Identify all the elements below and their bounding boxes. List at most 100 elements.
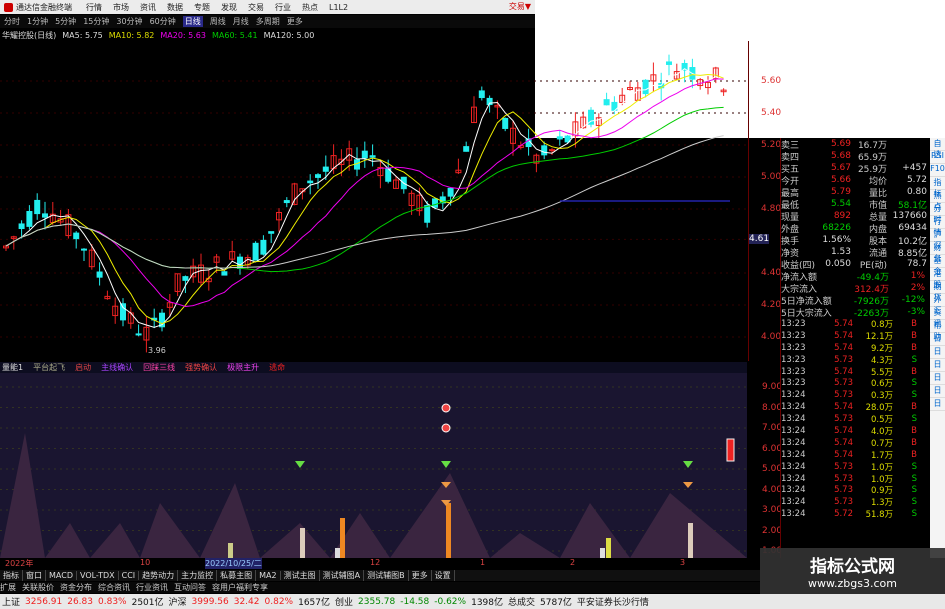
tick-volume: 1.0万 <box>870 462 893 473</box>
sidebar-button[interactable]: 期货 <box>930 281 945 302</box>
kline-chart[interactable]: 3.96 <box>0 41 747 361</box>
tick-row: 13:24 5.73 1.3万 S <box>781 496 930 508</box>
info-tab[interactable]: 综合资讯 <box>98 582 130 593</box>
indicator-tab[interactable]: 测试主图 <box>281 570 320 581</box>
sidebar-button[interactable]: RSI <box>930 151 945 164</box>
menu-item[interactable]: 热点 <box>302 2 318 13</box>
indicator-name[interactable]: 量能1 <box>2 362 23 373</box>
menu-item[interactable]: 行情 <box>86 2 102 13</box>
period-tab[interactable]: 更多 <box>287 16 303 27</box>
tick-row: 13:24 5.73 0.9万 S <box>781 484 930 496</box>
indicator-tab[interactable]: 主力监控 <box>178 570 218 581</box>
period-tab[interactable]: 1分钟 <box>27 16 48 27</box>
tick-volume: 1.7万 <box>870 450 893 461</box>
period-tab[interactable]: 分时 <box>4 16 20 27</box>
candle <box>73 232 80 240</box>
indicator-tab[interactable]: MA2 <box>256 571 281 580</box>
period-tab[interactable]: 30分钟 <box>116 16 142 27</box>
ma10-label: MA10: 5.82 <box>108 30 155 40</box>
menu-item[interactable]: L1L2 <box>329 3 348 12</box>
indicator-tab[interactable]: MACD <box>46 571 77 580</box>
indicator-tab[interactable]: VOL-TDX <box>77 571 119 580</box>
sidebar-button[interactable]: 沪深 <box>930 229 945 250</box>
info-tab[interactable]: 资金分布 <box>60 582 92 593</box>
app-window: { "titlebar": {"app": "通达信金融终端", "trade"… <box>0 0 945 609</box>
indicator-chart[interactable] <box>0 373 747 558</box>
tick-volume: 28.0万 <box>865 403 893 414</box>
cy-index: 2355.78 <box>358 596 396 607</box>
indicator-tab[interactable]: 指标 <box>0 570 23 581</box>
sidebar-button[interactable]: 日 <box>930 372 945 385</box>
indicator-tab[interactable]: 窗口 <box>23 570 46 581</box>
info-tab[interactable]: 行业资讯 <box>136 582 168 593</box>
signal-triangle <box>295 461 305 468</box>
price-tick: 4.20 <box>761 300 782 310</box>
indicator-tab[interactable]: 趋势动力 <box>139 570 179 581</box>
period-tab[interactable]: 15分钟 <box>83 16 109 27</box>
quote-value2: 58.1亿 <box>897 200 927 211</box>
indicator-tab[interactable]: 更多 <box>409 570 432 581</box>
tick-row: 13:24 5.73 0.3万 S <box>781 389 930 401</box>
sidebar-button[interactable]: 自选 <box>930 138 945 159</box>
menu-item[interactable]: 行业 <box>275 2 291 13</box>
period-tab[interactable]: 60分钟 <box>150 16 176 27</box>
quote-value2: 0.80 <box>906 187 927 197</box>
info-tab[interactable]: 关联股价 <box>22 582 54 593</box>
sidebar-button[interactable]: 日 <box>930 398 945 411</box>
tick-price: 5.72 <box>834 509 853 520</box>
menu-item[interactable]: 市场 <box>113 2 129 13</box>
menu-item[interactable]: 交易 <box>248 2 264 13</box>
menu-item[interactable]: 资讯 <box>140 2 156 13</box>
menu-item[interactable]: 发现 <box>221 2 237 13</box>
tick-time: 13:24 <box>781 437 806 448</box>
period-tab[interactable]: 5分钟 <box>55 16 76 27</box>
tick-volume: 1.3万 <box>870 498 893 509</box>
sidebar-button[interactable]: 日 <box>930 346 945 359</box>
indicator-tab[interactable]: 设置 <box>432 570 455 581</box>
tick-direction: B <box>911 449 917 460</box>
menu-item[interactable]: 数据 <box>167 2 183 13</box>
sidebar-button[interactable]: 日 <box>930 385 945 398</box>
trade-menu-button[interactable]: 交易▼ <box>509 1 531 12</box>
indicator-tab[interactable]: 测试辅图B <box>364 570 409 581</box>
signal-dot <box>441 403 451 413</box>
tick-time: 13:23 <box>781 354 806 365</box>
sidebar-button[interactable]: F10 <box>930 164 945 177</box>
quote-value: 892 <box>833 211 851 221</box>
sidebar-button[interactable]: 财务 <box>930 242 945 263</box>
tick-row: 13:23 5.74 9.2万 B <box>781 342 930 354</box>
candle <box>315 174 321 178</box>
cy-label: 创业 <box>335 598 354 608</box>
info-tab[interactable]: 扩展 <box>0 582 16 593</box>
period-tab[interactable]: 月线 <box>233 16 249 27</box>
tick-row: 13:24 5.73 0.5万 S <box>781 413 930 425</box>
menu-item[interactable]: 专题 <box>194 2 210 13</box>
sidebar-button[interactable]: 基金 <box>930 255 945 276</box>
candle <box>478 90 485 99</box>
sidebar-button[interactable]: 指标 <box>930 177 945 198</box>
sidebar-button[interactable]: 分时 <box>930 203 945 224</box>
sidebar-button[interactable]: 外汇 <box>930 294 945 315</box>
sidebar-button[interactable]: 日 <box>930 359 945 372</box>
candle <box>502 117 509 129</box>
sidebar-button[interactable]: 日 <box>930 333 945 346</box>
sidebar-button[interactable]: 资讯 <box>930 307 945 328</box>
period-tab[interactable]: 多周期 <box>256 16 280 27</box>
tick-direction: S <box>911 390 917 401</box>
indicator-tab[interactable]: CCI <box>119 571 140 580</box>
sidebar-button[interactable]: 帮助 <box>930 320 945 341</box>
info-tab[interactable]: 互动问答 <box>174 582 206 593</box>
quote-value2: 8.85亿 <box>897 248 927 259</box>
period-tab[interactable]: 日线 <box>182 16 203 27</box>
tick-row: 13:23 5.74 12.1万 B <box>781 330 930 342</box>
tick-time: 13:24 <box>781 473 806 484</box>
info-tab[interactable]: 容用户福利专享 <box>212 582 268 593</box>
sidebar-button[interactable]: 行情 <box>930 216 945 237</box>
sidebar-button[interactable]: 港股 <box>930 268 945 289</box>
period-tab[interactable]: 周线 <box>210 16 226 27</box>
indicator-tab[interactable]: 测试辅图A <box>320 570 365 581</box>
candle <box>81 248 87 251</box>
indicator-tab[interactable]: 私募主图 <box>217 570 257 581</box>
flow-label: 5日大宗流入 <box>781 308 832 319</box>
sidebar-button[interactable]: 热点 <box>930 190 945 211</box>
